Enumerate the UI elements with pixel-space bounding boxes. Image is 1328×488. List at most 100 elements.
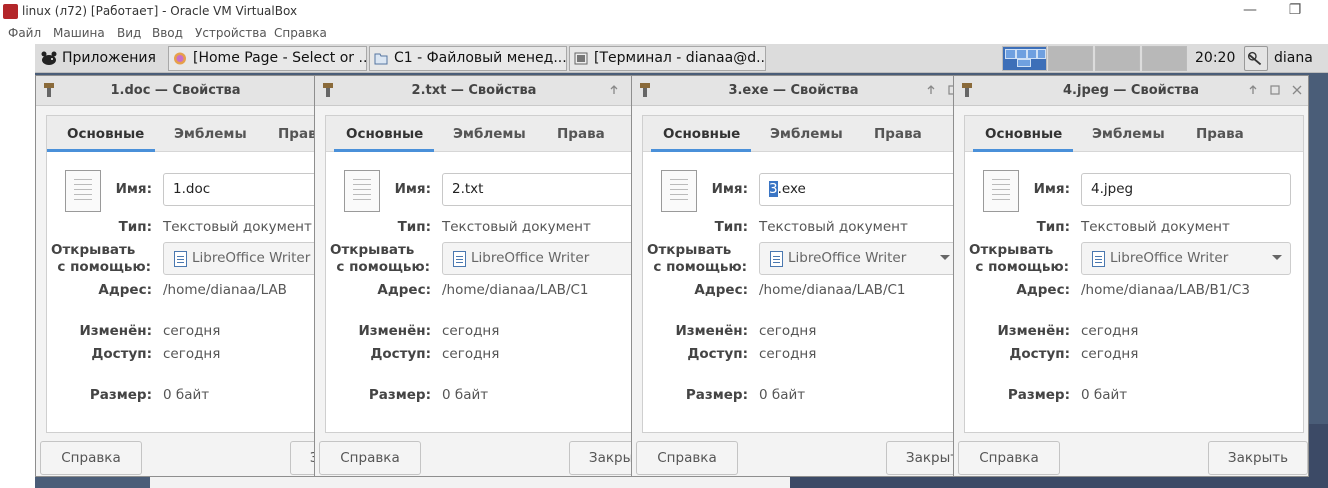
menu-devices[interactable]: Устройства: [195, 26, 267, 40]
tab-bar: Основные Эмблемы Права: [47, 116, 315, 152]
type-label: Тип:: [397, 219, 431, 235]
name-selected-text: 3: [769, 181, 778, 197]
access-value: сегодня: [759, 346, 817, 362]
tab-bar: Основные Эмблемы Права: [965, 116, 1303, 152]
type-label: Тип:: [1036, 219, 1070, 235]
name-input[interactable]: 4.jpeg: [1081, 173, 1291, 206]
tab-basic[interactable]: Основные: [67, 126, 144, 142]
workspace-4[interactable]: [1142, 46, 1187, 71]
chevron-down-icon: [940, 255, 950, 260]
name-label: Имя:: [394, 181, 431, 197]
menu-machine[interactable]: Машина: [53, 26, 105, 40]
tab-selected-indicator: [651, 149, 751, 152]
tab-emblems[interactable]: Эмблемы: [174, 126, 247, 142]
properties-dialog-4: 4.jpeg — Свойства Основные Эмблемы Права…: [953, 75, 1309, 477]
maximize-icon[interactable]: [1270, 85, 1280, 95]
type-value: Текстовый документ: [163, 219, 312, 235]
applications-menu-button[interactable]: Приложения: [38, 47, 156, 70]
dialog-title-bar[interactable]: 1.doc — Свойства: [36, 76, 315, 106]
user-menu[interactable]: diana: [1274, 46, 1313, 71]
name-input[interactable]: 2.txt: [442, 173, 633, 206]
taskbar-item-browser[interactable]: [Home Page - Select or ...: [168, 46, 367, 71]
document-icon: [983, 170, 1019, 212]
modified-label: Изменён:: [79, 323, 152, 339]
name-rest-text: .exe: [777, 181, 806, 197]
open-with-select[interactable]: LibreOffice Writer: [163, 242, 315, 275]
size-label: Размер:: [1007, 387, 1070, 403]
keep-above-icon[interactable]: [1248, 85, 1258, 95]
tab-basic[interactable]: Основные: [346, 126, 423, 142]
address-label: Адрес:: [694, 282, 748, 298]
menu-help[interactable]: Справка: [274, 26, 327, 40]
tab-basic[interactable]: Основные: [985, 126, 1062, 142]
libreoffice-writer-icon: [770, 251, 783, 267]
tab-emblems[interactable]: Эмблемы: [770, 126, 843, 142]
taskbar-item-file-manager[interactable]: C1 - Файловый менед...: [369, 46, 567, 71]
dialog-title-bar[interactable]: 3.exe — Свойства: [632, 76, 955, 106]
workspace-1[interactable]: [1002, 46, 1047, 71]
help-button[interactable]: Справка: [958, 441, 1060, 475]
workspace-2[interactable]: [1048, 46, 1093, 71]
type-label: Тип:: [118, 219, 152, 235]
tab-bar: Основные Эмблемы Права: [326, 116, 633, 152]
type-value: Текстовый документ: [1081, 219, 1230, 235]
name-input[interactable]: 1.doc: [163, 173, 315, 206]
menu-view[interactable]: Вид: [117, 26, 141, 40]
address-value: /home/dianaa/LAB: [163, 282, 287, 298]
menu-input[interactable]: Ввод: [152, 26, 183, 40]
close-icon[interactable]: [1292, 85, 1302, 95]
modified-value: сегодня: [1081, 323, 1139, 339]
open-with-select[interactable]: LibreOffice Writer: [1081, 242, 1291, 275]
keep-above-icon[interactable]: [609, 85, 619, 95]
size-value: 0 байт: [1081, 387, 1128, 403]
menu-file[interactable]: Файл: [8, 26, 41, 40]
dialog-title-bar[interactable]: 2.txt — Свойства: [315, 76, 633, 106]
type-value: Текстовый документ: [442, 219, 591, 235]
address-value: /home/dianaa/LAB/B1/C3: [1081, 282, 1250, 298]
minimize-icon[interactable]: —: [1240, 2, 1260, 18]
help-button[interactable]: Справка: [319, 441, 421, 475]
open-with-select[interactable]: LibreOffice Writer: [442, 242, 633, 275]
tab-emblems[interactable]: Эмблемы: [1092, 126, 1165, 142]
document-icon: [65, 170, 101, 212]
tab-emblems[interactable]: Эмблемы: [453, 126, 526, 142]
network-icon[interactable]: [1244, 46, 1268, 71]
dialog-title-bar[interactable]: 4.jpeg — Свойства: [954, 76, 1308, 106]
tab-rights[interactable]: Права: [1196, 126, 1244, 142]
properties-dialog-2: 2.txt — Свойства Основные Эмблемы Права …: [314, 75, 634, 477]
modified-label: Изменён:: [997, 323, 1070, 339]
size-value: 0 байт: [442, 387, 489, 403]
taskbar-item-terminal[interactable]: [Терминал - dianaa@d...: [569, 46, 766, 71]
help-button[interactable]: Справка: [636, 441, 738, 475]
access-label: Доступ:: [370, 346, 431, 362]
close-button[interactable]: Закрыть: [1208, 441, 1308, 475]
open-with-select[interactable]: LibreOffice Writer: [759, 242, 955, 275]
restore-icon[interactable]: ❐: [1285, 2, 1305, 18]
clock[interactable]: 20:20: [1195, 46, 1235, 71]
access-label: Доступ:: [687, 346, 748, 362]
browser-icon: [174, 52, 186, 65]
tab-rights[interactable]: Права: [557, 126, 605, 142]
close-button[interactable]: Закрыть: [569, 441, 633, 475]
open-with-label-1: Открывать: [330, 242, 415, 258]
tab-rights[interactable]: Права: [278, 126, 315, 142]
tab-basic[interactable]: Основные: [663, 126, 740, 142]
tab-selected-indicator: [47, 149, 155, 152]
workspace-3[interactable]: [1095, 46, 1140, 71]
close-button[interactable]: Закрыть: [290, 441, 315, 475]
tab-rights[interactable]: Права: [874, 126, 922, 142]
taskbar-item-label: [Home Page - Select or ...: [193, 50, 367, 66]
name-input[interactable]: 3.exe: [759, 173, 955, 206]
document-icon: [344, 170, 380, 212]
open-with-label-2: с помощью:: [653, 259, 747, 275]
dialog-content-frame: Основные Эмблемы Права Имя: 2.txt Тип: Т…: [325, 115, 633, 433]
address-label: Адрес:: [377, 282, 431, 298]
keep-above-icon[interactable]: [926, 85, 936, 95]
close-button[interactable]: Закрыть: [886, 441, 955, 475]
size-value: 0 байт: [759, 387, 806, 403]
properties-dialog-1: 1.doc — Свойства Основные Эмблемы Права …: [35, 75, 316, 477]
help-button[interactable]: Справка: [40, 441, 142, 475]
address-label: Адрес:: [1016, 282, 1070, 298]
properties-dialog-3: 3.exe — Свойства Основные Эмблемы Права …: [631, 75, 956, 477]
host-menu-bar: Файл Машина Вид Ввод Устройства Справка: [0, 23, 1328, 44]
